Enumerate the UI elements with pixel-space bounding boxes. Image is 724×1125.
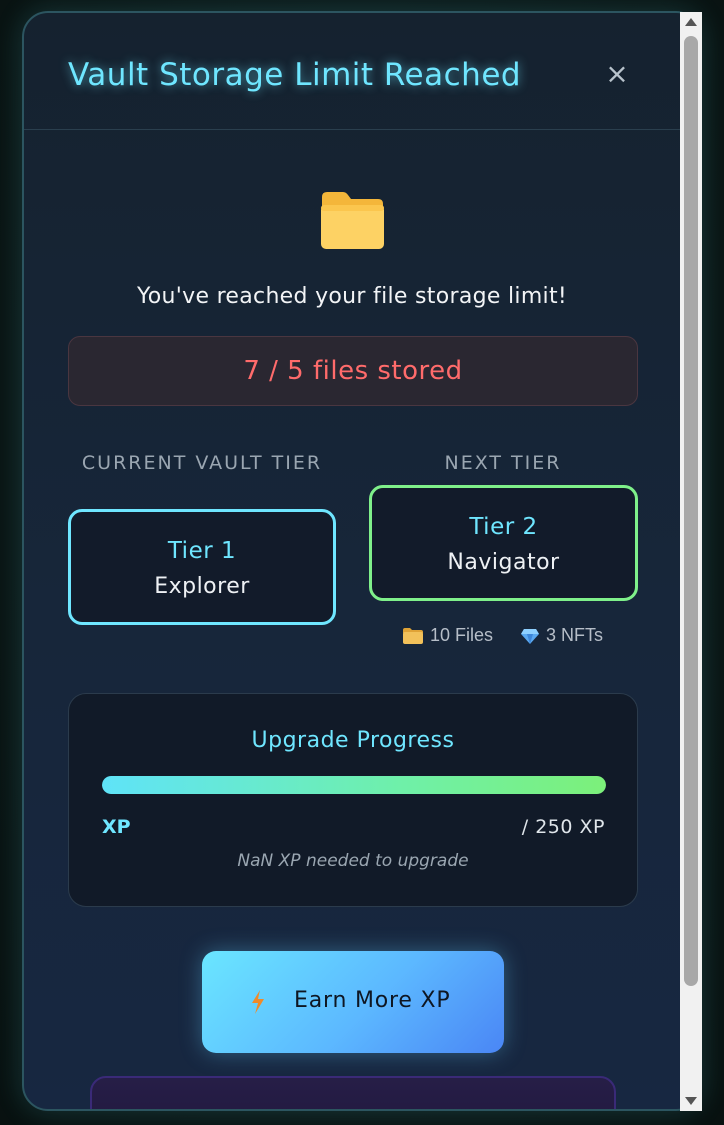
xp-needed-text: NaN XP needed to upgrade	[237, 851, 469, 871]
gem-icon	[521, 628, 539, 644]
perk-nfts: 3 NFTs	[520, 625, 603, 646]
target-xp: / 250 XP	[521, 816, 605, 838]
current-tier-card: Tier 1 Explorer	[68, 509, 336, 625]
next-tier-name: Tier 2	[469, 514, 538, 540]
scrollbar[interactable]	[680, 12, 702, 1111]
current-tier-description: Explorer	[154, 574, 250, 599]
next-tier-card: Tier 2 Navigator	[369, 485, 638, 601]
scroll-up-arrow[interactable]	[685, 18, 697, 26]
perk-files-text: 10 Files	[430, 625, 494, 645]
progress-title: Upgrade Progress	[251, 728, 455, 753]
scroll-thumb[interactable]	[684, 36, 698, 986]
perk-files: 10 Files	[402, 625, 493, 646]
close-icon[interactable]: ×	[604, 60, 630, 88]
upgrade-progress-card: Upgrade Progress XP / 250 XP NaN XP need…	[68, 693, 638, 907]
next-tier-description: Navigator	[447, 550, 560, 575]
folder-icon	[321, 192, 384, 249]
lightning-icon	[252, 990, 264, 1014]
current-tier-label: CURRENT VAULT TIER	[81, 452, 323, 474]
folder-icon	[403, 627, 423, 644]
perk-nfts-text: 3 NFTs	[546, 625, 604, 645]
storage-limit-modal: Vault Storage Limit Reached × You've rea…	[22, 11, 702, 1111]
earn-more-xp-label: Earn More XP	[294, 988, 451, 1013]
files-stored-badge: 7 / 5 files stored	[68, 336, 638, 406]
modal-title: Vault Storage Limit Reached	[68, 57, 522, 93]
current-tier-name: Tier 1	[167, 538, 237, 564]
progress-fill	[102, 776, 606, 794]
progress-bar	[102, 776, 606, 794]
earn-more-xp-button[interactable]: Earn More XP	[202, 951, 504, 1053]
current-xp: XP	[102, 816, 131, 838]
bottom-panel	[90, 1076, 616, 1109]
limit-message: You've reached your file storage limit!	[136, 284, 568, 309]
scroll-down-arrow[interactable]	[685, 1097, 697, 1105]
modal-header: Vault Storage Limit Reached ×	[24, 13, 700, 130]
next-tier-perks: 10 Files 3 NFTs	[402, 625, 642, 651]
next-tier-label: NEXT TIER	[444, 452, 562, 474]
